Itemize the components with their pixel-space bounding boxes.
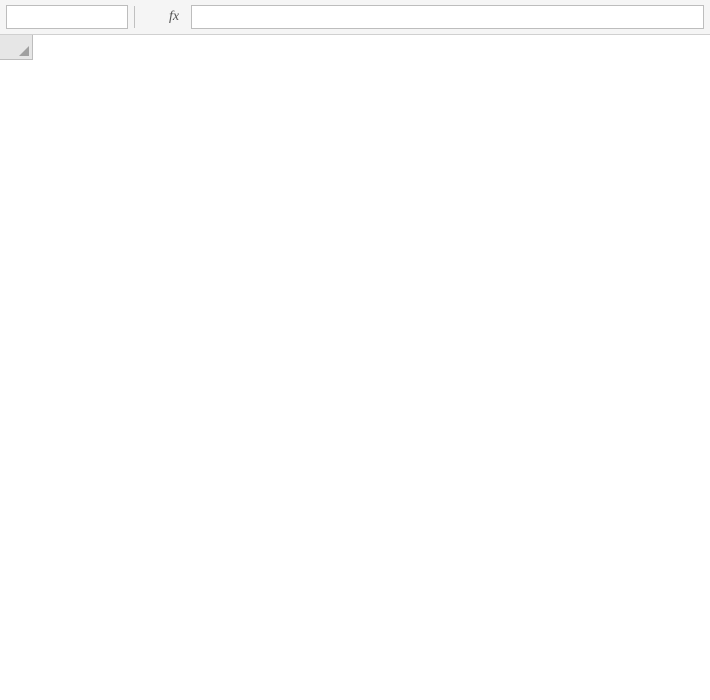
formula-bar: fx xyxy=(0,0,710,35)
divider xyxy=(134,6,135,28)
fx-icon[interactable]: fx xyxy=(169,9,179,25)
formula-input[interactable] xyxy=(191,5,704,29)
column-header-strip xyxy=(0,35,710,60)
select-all-corner[interactable] xyxy=(0,35,33,60)
name-box[interactable] xyxy=(6,5,128,29)
formula-buttons: fx xyxy=(145,9,179,25)
